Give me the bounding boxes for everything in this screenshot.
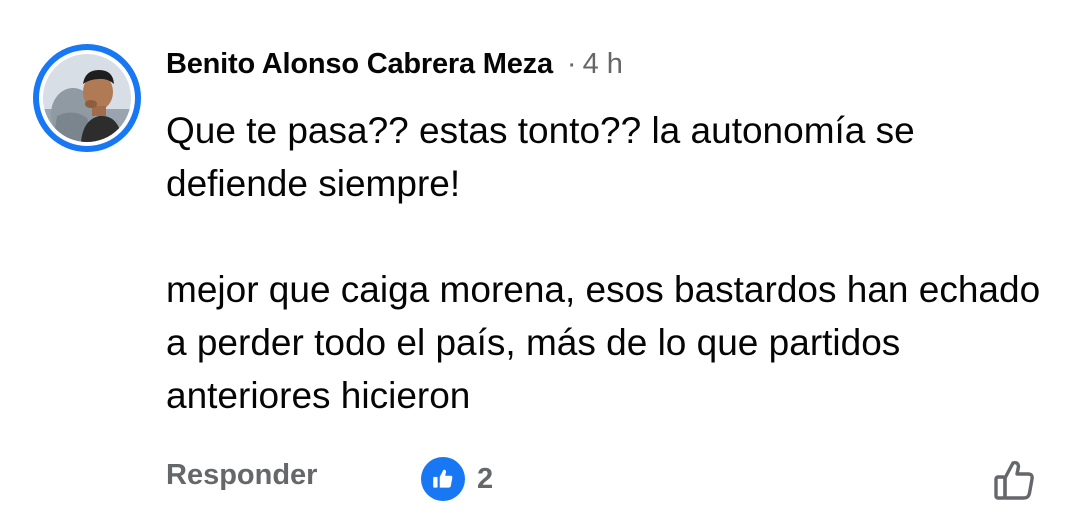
author-name[interactable]: Benito Alonso Cabrera Meza — [166, 48, 553, 81]
reaction-count: 2 — [477, 462, 494, 495]
avatar-story-ring[interactable] — [33, 44, 141, 152]
like-button[interactable] — [990, 456, 1038, 504]
comment-paragraph: Que te pasa?? estas tonto?? la autonomía… — [166, 110, 915, 204]
thumbs-up-outline-icon — [994, 460, 1034, 500]
comment-header: Benito Alonso Cabrera Meza · 4 h — [166, 48, 623, 81]
reply-button[interactable]: Responder — [166, 459, 317, 492]
like-thumb-icon — [421, 457, 465, 501]
avatar — [43, 54, 131, 142]
comment-timestamp[interactable]: 4 h — [583, 48, 623, 81]
reaction-summary[interactable]: 2 — [421, 457, 493, 501]
meta-separator: · — [566, 48, 577, 80]
comment-paragraph: mejor que caiga morena, esos bastardos h… — [166, 269, 1041, 416]
comment-body: Que te pasa?? estas tonto?? la autonomía… — [166, 104, 1066, 422]
